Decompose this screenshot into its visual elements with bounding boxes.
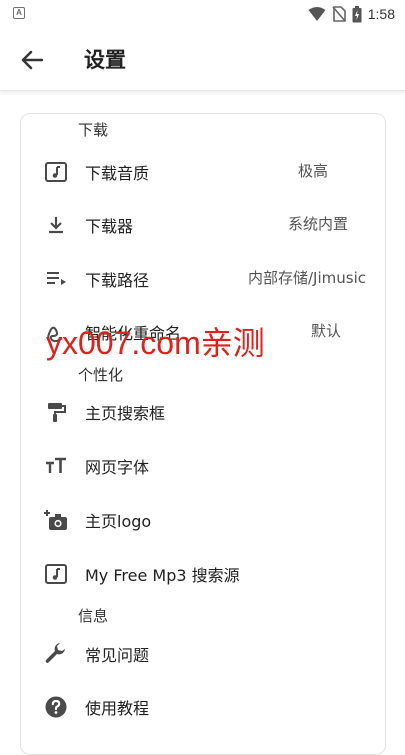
setting-faq[interactable]: 常见问题 xyxy=(20,631,384,675)
section-title-info: 信息 xyxy=(78,607,109,625)
music-note-icon xyxy=(45,162,67,182)
help-icon xyxy=(45,696,67,718)
download-icon xyxy=(49,217,63,234)
no-sim-icon xyxy=(332,6,346,22)
battery-icon xyxy=(352,5,362,22)
setting-label: My Free Mp3 搜索源 xyxy=(85,566,240,585)
setting-value: 默认 xyxy=(310,322,341,340)
watermark-text: yx007.com亲测 xyxy=(46,325,265,361)
setting-value: 极高 xyxy=(297,162,328,180)
setting-search-source[interactable]: My Free Mp3 搜索源 xyxy=(20,551,384,595)
setting-download-path[interactable]: 下载路径 内部存储/Jimusic xyxy=(20,256,384,300)
setting-label: 下载路径 xyxy=(85,271,150,290)
page-title: 设置 xyxy=(84,48,126,72)
setting-label: 主页搜索框 xyxy=(85,404,166,423)
setting-label: 使用教程 xyxy=(85,699,150,718)
back-button[interactable] xyxy=(18,46,46,74)
setting-label: 主页logo xyxy=(85,512,152,531)
setting-web-font[interactable]: 网页字体 xyxy=(20,443,384,487)
setting-label: 下载器 xyxy=(85,217,134,236)
add-photo-icon xyxy=(44,510,67,530)
setting-label: 网页字体 xyxy=(85,458,150,477)
setting-label: 常见问题 xyxy=(85,646,150,665)
music-note-icon xyxy=(45,564,67,584)
setting-homepage-search[interactable]: 主页搜索框 xyxy=(20,389,384,433)
setting-value: 内部存储/Jimusic xyxy=(248,269,366,287)
paint-roller-icon xyxy=(48,403,66,422)
section-title-personalize: 个性化 xyxy=(78,366,124,384)
clock: 1:58 xyxy=(367,6,395,22)
playlist-icon xyxy=(47,272,66,285)
arrow-back-icon xyxy=(21,50,43,70)
status-bar: A 1:58 xyxy=(0,0,405,28)
wrench-icon xyxy=(45,643,65,663)
wifi-icon xyxy=(308,7,326,21)
setting-label: 下载音质 xyxy=(85,164,150,183)
setting-homepage-logo[interactable]: 主页logo xyxy=(20,497,384,541)
setting-tutorial[interactable]: 使用教程 xyxy=(20,684,384,728)
section-title-download: 下载 xyxy=(78,121,109,139)
setting-value: 系统内置 xyxy=(287,215,348,233)
notification-icon: A xyxy=(13,7,25,19)
setting-download-quality[interactable]: 下载音质 极高 xyxy=(20,149,384,193)
text-size-icon xyxy=(46,457,66,473)
app-bar: 设置 xyxy=(0,28,405,91)
setting-downloader[interactable]: 下载器 系统内置 xyxy=(20,202,384,246)
